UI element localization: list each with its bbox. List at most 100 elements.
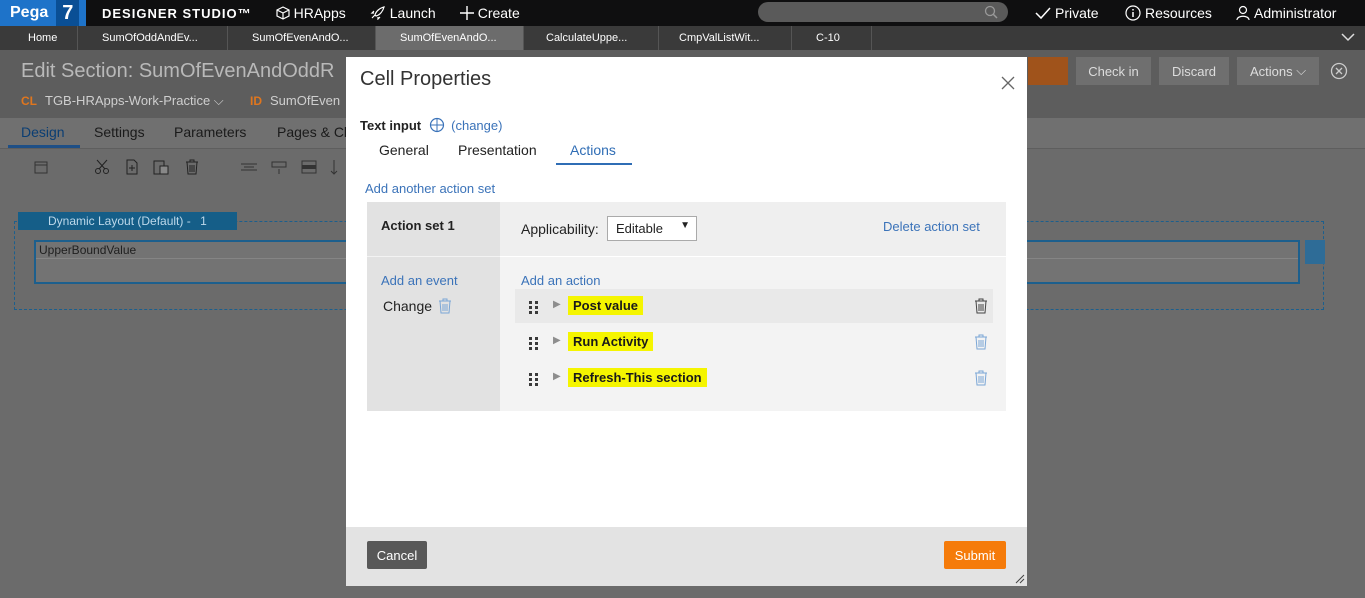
applicability-row: Applicability: Editable ▼ Delete action … [500, 202, 1006, 256]
class-key: CL [21, 94, 37, 108]
modal-title: Cell Properties [360, 68, 492, 90]
sort-icon[interactable] [330, 159, 342, 175]
tab-home[interactable]: Home [0, 26, 78, 50]
field-type-row: Text input (change) [360, 117, 502, 133]
tab-document[interactable]: CalculateUppe... [524, 26, 659, 50]
submit-button[interactable]: Submit [944, 541, 1006, 569]
action-item[interactable]: ▶ Refresh-This section [515, 361, 993, 395]
add-action-link[interactable]: Add an action [521, 273, 601, 288]
tab-document[interactable]: SumOfOddAndEv... [78, 26, 228, 50]
layout-count: 1 [200, 214, 207, 228]
tab-pages-classes[interactable]: Pages & Cl [277, 124, 347, 140]
trash-icon[interactable] [184, 159, 200, 175]
applicability-value: Editable [616, 221, 663, 236]
resources-menu[interactable]: Resources [1125, 0, 1212, 26]
tab-document[interactable]: CmpValListWit... [659, 26, 792, 50]
trash-icon[interactable] [974, 370, 988, 386]
close-icon[interactable] [1001, 76, 1015, 90]
tab-parameters[interactable]: Parameters [174, 124, 246, 140]
user-menu[interactable]: Administrator [1236, 0, 1336, 26]
applicability-label: Applicability: [521, 221, 599, 237]
tab-actions[interactable]: Actions [570, 142, 616, 158]
tab-document[interactable]: SumOfEvenAndO... [228, 26, 376, 50]
layout-icon[interactable] [33, 159, 49, 175]
applicability-select[interactable]: Editable ▼ [607, 216, 697, 241]
action-item[interactable]: ▶ Run Activity [515, 325, 993, 359]
active-tab-indicator [556, 163, 632, 165]
crosshair-icon [430, 117, 445, 133]
resize-handle-icon[interactable] [1015, 574, 1025, 584]
action-item[interactable]: ▶ Post value [515, 289, 993, 323]
actions-dropdown-button[interactable]: Actions ⌵ [1237, 57, 1319, 85]
check-in-button[interactable]: Check in [1076, 57, 1151, 85]
tab-design[interactable]: Design [21, 124, 65, 140]
trash-icon[interactable] [974, 298, 988, 314]
tab-general[interactable]: General [379, 142, 429, 158]
divider [367, 256, 500, 257]
paste-icon[interactable] [152, 159, 170, 175]
drag-handle-icon[interactable] [529, 301, 539, 314]
close-circle-icon[interactable] [1330, 62, 1348, 80]
id-value: SumOfEven [270, 93, 341, 108]
action-label: Refresh-This section [568, 368, 707, 387]
delete-row-icon[interactable] [300, 159, 318, 175]
dropdown-arrow-icon: ▼ [680, 220, 690, 231]
action-set-title: Action set 1 [381, 218, 455, 233]
tab-document[interactable]: C-10 [792, 26, 872, 50]
trash-icon[interactable] [438, 298, 452, 314]
private-menu[interactable]: Private [1035, 0, 1099, 26]
action-label: Run Activity [568, 332, 654, 351]
insert-row-icon[interactable] [240, 159, 258, 175]
discard-button[interactable]: Discard [1159, 57, 1229, 85]
event-label: Change [383, 298, 433, 314]
create-label: Create [477, 5, 520, 21]
class-row[interactable]: CL TGB-HRApps-Work-Practice ⌵ [21, 93, 224, 109]
layout-label-text: Dynamic Layout (Default) - [48, 214, 191, 228]
save-dropdown-button[interactable] [1028, 57, 1068, 85]
add-event-link[interactable]: Add an event [381, 273, 458, 288]
app-name: HRApps [293, 5, 346, 21]
action-set-sidebar: Action set 1 Add an event Change [367, 202, 500, 411]
copy-icon[interactable] [124, 159, 140, 175]
check-icon [1035, 7, 1051, 20]
actions-list: Add an action ▶ Post value ▶ Run Activit… [500, 257, 1006, 411]
app-menu[interactable]: HRApps [276, 5, 346, 21]
plus-icon [459, 6, 474, 20]
chevron-down-icon[interactable] [1341, 32, 1355, 42]
logo-version: 7 [56, 0, 80, 26]
dynamic-layout-label[interactable]: Dynamic Layout (Default) - 1 [18, 212, 237, 230]
field-type-label: Text input [360, 117, 422, 133]
pega-logo[interactable]: Pega 7 [0, 0, 86, 26]
class-value: TGB-HRApps-Work-Practice [45, 93, 211, 108]
cube-icon [276, 6, 290, 20]
info-icon [1125, 5, 1141, 21]
id-row: ID SumOfEven [250, 93, 340, 108]
trash-icon[interactable] [974, 334, 988, 350]
tab-presentation[interactable]: Presentation [458, 142, 537, 158]
cell-properties-modal: Cell Properties Text input (change) Gene… [346, 57, 1027, 586]
insert-row-below-icon[interactable] [270, 159, 288, 175]
tab-label: C-10 [816, 32, 840, 44]
event-item[interactable]: Change [383, 298, 452, 314]
tab-settings[interactable]: Settings [94, 124, 145, 140]
add-action-set-link[interactable]: Add another action set [365, 181, 495, 196]
expand-arrow-icon[interactable]: ▶ [553, 335, 561, 346]
rocket-icon [370, 6, 385, 20]
drag-handle-icon[interactable] [529, 373, 539, 386]
drag-handle-icon[interactable] [529, 337, 539, 350]
expand-arrow-icon[interactable]: ▶ [553, 371, 561, 382]
change-link[interactable]: (change) [451, 118, 502, 133]
resources-label: Resources [1145, 5, 1212, 21]
field-label: UpperBoundValue [39, 243, 137, 257]
launch-menu[interactable]: Launch [370, 5, 436, 21]
tab-document-active[interactable]: SumOfEvenAndO... [376, 26, 524, 50]
cancel-button[interactable]: Cancel [367, 541, 427, 569]
delete-action-set-link[interactable]: Delete action set [883, 219, 980, 234]
search-input[interactable] [758, 2, 1008, 22]
expand-arrow-icon[interactable]: ▶ [553, 299, 561, 310]
cut-icon[interactable] [94, 159, 110, 175]
user-label: Administrator [1254, 5, 1337, 21]
create-menu[interactable]: Create [459, 5, 520, 21]
tab-label: Home [28, 32, 58, 44]
cell-handle[interactable] [1305, 240, 1325, 264]
